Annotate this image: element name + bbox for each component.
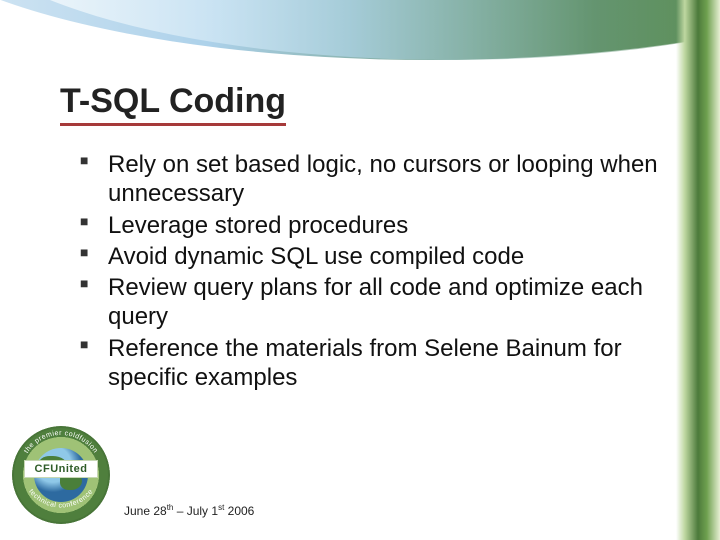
list-item: Avoid dynamic SQL use compiled code [80,242,670,271]
list-item: Review query plans for all code and opti… [80,273,670,332]
date-text: 2006 [224,504,254,518]
date-text: June 28 [124,504,167,518]
right-decorative-band [676,0,720,540]
cfunited-logo: the premier coldfusion technical confere… [6,420,116,530]
list-item: Reference the materials from Selene Bain… [80,334,670,393]
swoosh-shape [0,0,720,60]
date-text: – July 1 [173,504,218,518]
logo-banner-text: CFUnited [24,460,98,478]
slide-title: T-SQL Coding [60,82,286,126]
footer-date: June 28th – July 1st 2006 [124,503,254,518]
list-item: Leverage stored procedures [80,211,670,240]
top-decorative-band [0,0,720,72]
list-item: Rely on set based logic, no cursors or l… [80,150,670,209]
slide-content: Rely on set based logic, no cursors or l… [80,150,670,394]
bullet-list: Rely on set based logic, no cursors or l… [80,150,670,392]
